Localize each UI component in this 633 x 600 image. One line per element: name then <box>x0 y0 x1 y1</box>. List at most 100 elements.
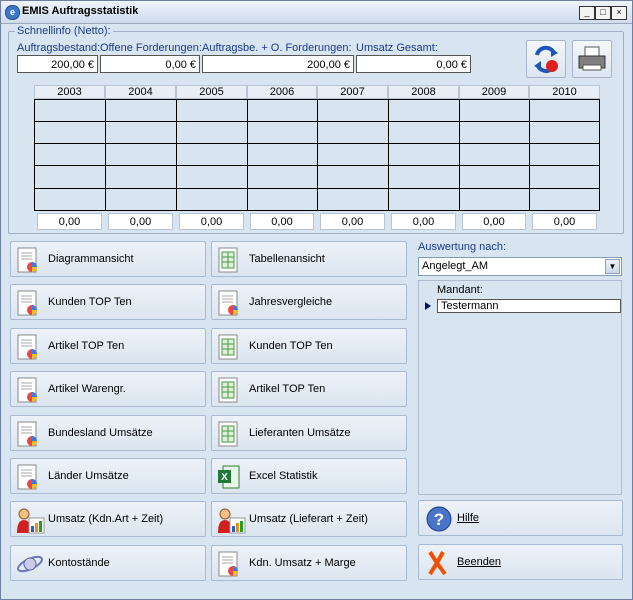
year-total-2007: 0,00 <box>320 213 385 230</box>
left-button-label: Kunden TOP Ten <box>48 296 132 309</box>
refresh-icon <box>534 45 558 73</box>
left-button-label: Umsatz (Kdn.Art + Zeit) <box>48 513 164 526</box>
chart-doc-icon <box>16 421 40 447</box>
chart-doc-icon <box>217 290 241 316</box>
year-total-2005: 0,00 <box>179 213 244 230</box>
mid-button-1[interactable]: Jahresvergleiche <box>211 284 407 321</box>
year-total-2010: 0,00 <box>532 213 597 230</box>
print-button[interactable] <box>572 40 612 78</box>
chart-doc-icon <box>217 551 241 577</box>
mandant-header: Mandant: <box>437 284 483 296</box>
person-chart-icon <box>217 507 246 534</box>
mid-button-label: Umsatz (Lieferart + Zeit) <box>249 513 368 526</box>
help-button[interactable]: ? Hilfe <box>418 500 623 536</box>
chart-doc-icon <box>16 464 40 490</box>
main-window: e EMIS Auftragsstatistik _ □ × Schnellin… <box>0 0 633 600</box>
auswertung-selected: Angelegt_AM <box>422 260 489 272</box>
left-button-5[interactable]: Länder Umsätze <box>10 458 206 494</box>
title-bar: e EMIS Auftragsstatistik _ □ × <box>1 1 632 24</box>
mandant-list: Mandant: Testermann <box>418 280 622 495</box>
umsatz-gesamt-value: 0,00 € <box>356 55 471 73</box>
table-doc-icon <box>217 247 241 273</box>
mid-button-label: Lieferanten Umsätze <box>249 426 351 439</box>
svg-text:X: X <box>221 472 228 483</box>
left-button-label: Artikel Warengr. <box>48 383 126 396</box>
year-total-2008: 0,00 <box>391 213 456 230</box>
auswertung-label: Auswertung nach: <box>418 241 507 253</box>
app-icon: e <box>5 5 20 20</box>
schnellinfo-legend: Schnellinfo (Netto): <box>15 25 113 37</box>
maximize-button[interactable]: □ <box>595 6 611 20</box>
close-button[interactable]: × <box>611 6 627 20</box>
auftragsbe-forderungen-label: Auftragsbe. + O. Forderungen: <box>202 42 352 54</box>
left-button-label: Diagrammansicht <box>48 253 134 265</box>
help-icon: ? <box>426 506 452 532</box>
exit-button[interactable]: Beenden <box>418 544 623 580</box>
year-total-2009: 0,00 <box>462 213 526 230</box>
left-button-1[interactable]: Kunden TOP Ten <box>10 284 206 321</box>
mid-button-label: Excel Statistik <box>249 470 318 482</box>
year-header-2007: 2007 <box>317 85 388 99</box>
exit-label: Beenden <box>457 556 502 568</box>
year-header-2009: 2009 <box>459 85 529 99</box>
year-header-2010: 2010 <box>529 85 600 99</box>
auftragsbestand-value: 200,00 € <box>17 55 98 73</box>
close-x-icon <box>428 550 447 576</box>
left-button-label: Bundesland Umsätze <box>48 426 153 439</box>
year-total-2003: 0,00 <box>37 213 102 230</box>
mid-button-3[interactable]: Artikel TOP Ten <box>211 371 407 408</box>
mid-button-label: Jahresvergleiche <box>249 296 333 309</box>
mid-button-6[interactable]: Umsatz (Lieferart + Zeit) <box>211 501 407 538</box>
chart-doc-icon <box>16 290 40 316</box>
umsatz-gesamt-label: Umsatz Gesamt: <box>356 42 438 54</box>
mid-button-5[interactable]: X Excel Statistik <box>211 458 407 494</box>
left-button-7[interactable]: Kontostände <box>10 544 206 581</box>
left-button-label: Länder Umsätze <box>48 470 129 482</box>
chart-doc-icon <box>16 377 40 403</box>
mid-button-label: Kunden TOP Ten <box>249 339 333 352</box>
auftragsbe-forderungen-value: 200,00 € <box>202 55 354 73</box>
chart-doc-icon <box>16 247 40 273</box>
auftragsbestand-label: Auftragsbestand: <box>17 42 101 54</box>
refresh-button[interactable] <box>526 40 566 78</box>
list-item[interactable]: Testermann <box>437 299 621 313</box>
left-button-label: Artikel TOP Ten <box>48 339 125 352</box>
table-doc-icon <box>217 421 241 447</box>
left-button-6[interactable]: Umsatz (Kdn.Art + Zeit) <box>10 501 206 538</box>
minimize-button[interactable]: _ <box>579 6 595 20</box>
year-header-2004: 2004 <box>105 85 176 99</box>
year-total-2004: 0,00 <box>108 213 173 230</box>
mid-button-4[interactable]: Lieferanten Umsätze <box>211 414 407 451</box>
chart-doc-icon <box>16 334 40 360</box>
data-grid <box>34 99 600 211</box>
row-pointer-icon <box>425 302 431 310</box>
table-doc-icon <box>217 377 241 403</box>
mid-button-label: Kdn. Umsatz + Marge <box>249 556 356 569</box>
mid-button-label: Artikel TOP Ten <box>249 383 326 396</box>
left-button-2[interactable]: Artikel TOP Ten <box>10 327 206 364</box>
left-button-4[interactable]: Bundesland Umsätze <box>10 414 206 451</box>
left-button-0[interactable]: Diagrammansicht <box>10 241 206 277</box>
planet-icon <box>16 551 43 577</box>
svg-text:?: ? <box>434 510 444 529</box>
left-button-3[interactable]: Artikel Warengr. <box>10 371 206 408</box>
mid-button-7[interactable]: Kdn. Umsatz + Marge <box>211 544 407 581</box>
offene-forderungen-label: Offene Forderungen: <box>100 42 202 54</box>
help-label: Hilfe <box>457 512 480 524</box>
year-total-2006: 0,00 <box>250 213 314 230</box>
year-header-2005: 2005 <box>176 85 247 99</box>
year-header-2008: 2008 <box>388 85 459 99</box>
table-doc-icon <box>217 334 241 360</box>
left-button-label: Kontostände <box>48 556 110 569</box>
year-header-2006: 2006 <box>247 85 317 99</box>
mid-button-2[interactable]: Kunden TOP Ten <box>211 327 407 364</box>
mid-button-0[interactable]: Tabellenansicht <box>211 241 407 277</box>
excel-icon: X <box>217 464 241 490</box>
offene-forderungen-value: 0,00 € <box>100 55 200 73</box>
window-title: EMIS Auftragsstatistik <box>22 5 139 17</box>
auswertung-select[interactable]: Angelegt_AM ▼ <box>418 257 622 276</box>
year-header-2003: 2003 <box>34 85 105 99</box>
chevron-down-icon[interactable]: ▼ <box>605 259 620 274</box>
mid-button-label: Tabellenansicht <box>249 253 325 265</box>
printer-icon <box>578 46 606 71</box>
